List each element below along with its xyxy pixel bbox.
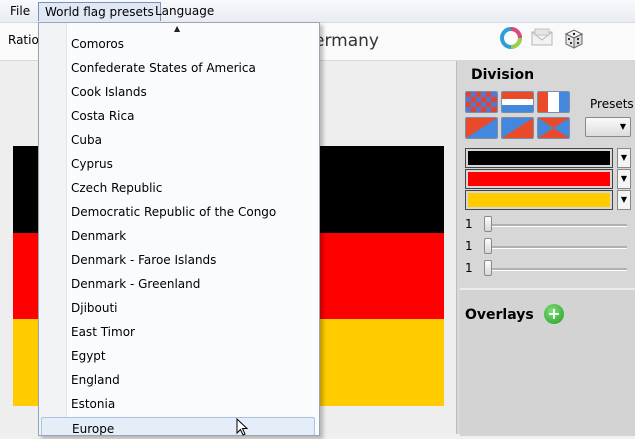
chevron-down-icon: ▼ xyxy=(620,153,628,162)
menu-item[interactable]: Egypt xyxy=(41,345,315,367)
slider-value-2: 1 xyxy=(465,239,473,253)
dice-icon[interactable] xyxy=(562,26,586,50)
color-row-1: ▼ xyxy=(465,148,631,168)
slider-value-1: 1 xyxy=(465,217,473,231)
properties-panel: Division Presets ▼ ▼ ▼ ▼ 1 1 1 Overlays … xyxy=(456,61,635,436)
division-diagonal-button[interactable] xyxy=(465,117,498,139)
presets-label: Presets xyxy=(590,97,634,111)
menu-item[interactable]: Estonia xyxy=(41,393,315,415)
color-dropdown-2[interactable]: ▼ xyxy=(617,169,631,189)
add-overlay-button[interactable]: + xyxy=(544,304,564,324)
menu-item[interactable]: Comoros xyxy=(41,33,315,55)
menu-item[interactable]: Costa Rica xyxy=(41,105,315,127)
menu-item[interactable]: Denmark - Greenland xyxy=(41,273,315,295)
slider-thumb-1[interactable] xyxy=(484,216,492,232)
color-swatch-1[interactable] xyxy=(465,148,613,168)
chevron-down-icon: ▼ xyxy=(620,174,628,183)
slider-value-3: 1 xyxy=(465,261,473,275)
color-dropdown-3[interactable]: ▼ xyxy=(617,190,631,210)
menu-world-flag-presets[interactable]: World flag presets xyxy=(38,2,161,21)
division-diagonal-reverse-button[interactable] xyxy=(501,117,534,139)
color-row-2: ▼ xyxy=(465,169,631,189)
menu-item[interactable]: Cyprus xyxy=(41,153,315,175)
ratio-label: Ratio xyxy=(8,33,39,47)
slider-track-2[interactable] xyxy=(487,246,627,249)
world-flag-presets-menu: ▲ Comoros Confederate States of America Co… xyxy=(38,22,320,436)
slider-track-3[interactable] xyxy=(487,268,627,271)
chevron-down-icon: ▼ xyxy=(619,122,626,131)
color-swatch-3[interactable] xyxy=(465,190,613,210)
slider-thumb-2[interactable] xyxy=(484,238,492,254)
flag-title: ermany xyxy=(314,31,379,51)
menu-item[interactable]: Denmark xyxy=(41,225,315,247)
menu-item[interactable]: Cuba xyxy=(41,129,315,151)
menu-file[interactable]: File xyxy=(4,2,36,20)
color-row-3: ▼ xyxy=(465,190,631,210)
menu-item[interactable]: Djibouti xyxy=(41,297,315,319)
division-title: Division xyxy=(471,67,535,83)
menu-item[interactable]: Czech Republic xyxy=(41,177,315,199)
menu-item[interactable]: England xyxy=(41,369,315,391)
slider-row-3: 1 xyxy=(465,260,630,278)
color-dropdown-1[interactable]: ▼ xyxy=(617,148,631,168)
division-vertical-button[interactable] xyxy=(537,91,570,113)
chevron-down-icon: ▼ xyxy=(620,195,628,204)
division-saltire-button[interactable] xyxy=(537,117,570,139)
menu-item[interactable]: Democratic Republic of the Congo xyxy=(41,201,315,223)
presets-dropdown[interactable]: ▼ xyxy=(585,117,631,137)
slider-row-2: 1 xyxy=(465,238,630,256)
plus-icon: + xyxy=(547,304,561,323)
color-swatch-2[interactable] xyxy=(465,169,613,189)
overlays-section: Overlays + xyxy=(460,288,635,436)
division-horizontal-button[interactable] xyxy=(501,91,534,113)
menu-item[interactable]: Cook Islands xyxy=(41,81,315,103)
slider-thumb-3[interactable] xyxy=(484,260,492,276)
division-checkered-button[interactable] xyxy=(465,91,498,113)
slider-track-1[interactable] xyxy=(487,224,627,227)
menu-item[interactable]: Denmark - Faroe Islands xyxy=(41,249,315,271)
mail-icon[interactable] xyxy=(530,26,554,50)
menu-item[interactable]: Confederate States of America xyxy=(41,57,315,79)
overlays-title: Overlays xyxy=(465,307,534,323)
refresh-icon[interactable] xyxy=(499,26,523,50)
menu-bar: File World flag presets Language xyxy=(0,0,635,23)
mouse-cursor-icon xyxy=(236,417,250,439)
scroll-up-icon[interactable]: ▲ xyxy=(174,24,180,33)
menu-language[interactable]: Language xyxy=(149,2,220,20)
slider-row-1: 1 xyxy=(465,216,630,234)
menu-item[interactable]: Europe xyxy=(41,417,315,435)
menu-item[interactable]: East Timor xyxy=(41,321,315,343)
